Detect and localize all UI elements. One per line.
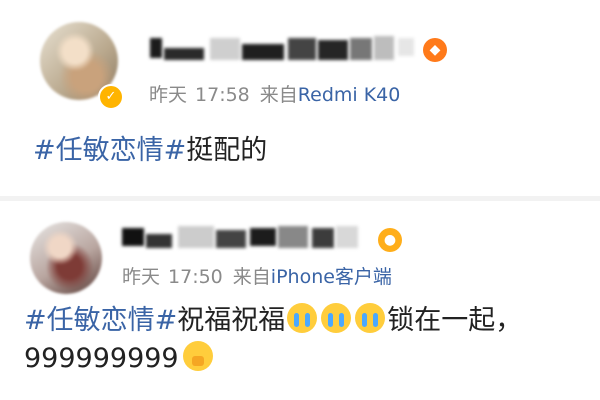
crying-face-icon bbox=[287, 303, 318, 333]
hashtag-link[interactable]: #任敏恋情# bbox=[33, 135, 186, 166]
user-avatar[interactable] bbox=[30, 222, 102, 294]
post-text: 祝福祝福 bbox=[177, 305, 286, 336]
source-device[interactable]: iPhone客户端 bbox=[271, 266, 392, 288]
post-card: ● 昨天 17:50 来自iPhone客户端 #任敏恋情#祝福祝福 锁在一起， 999… bbox=[0, 200, 600, 400]
shush-face-icon bbox=[182, 341, 213, 371]
post-text-line2: 999999999 bbox=[24, 343, 179, 374]
verified-badge-icon: ✓ bbox=[98, 84, 124, 110]
post-text: 挺配的 bbox=[186, 135, 268, 166]
post-text-continued: 锁在一起， bbox=[387, 305, 523, 336]
username-redacted[interactable] bbox=[150, 36, 420, 62]
fox-badge-icon: ◆ bbox=[423, 38, 447, 62]
fish-badge-icon: ● bbox=[378, 228, 402, 252]
post-time: 17:50 bbox=[168, 266, 223, 288]
post-time: 17:58 bbox=[195, 84, 250, 106]
username-redacted[interactable] bbox=[122, 224, 372, 250]
post-meta: 昨天 17:58 来自Redmi K40 bbox=[149, 80, 400, 107]
time-label: 昨天 bbox=[122, 266, 161, 288]
hashtag-link[interactable]: #任敏恋情# bbox=[24, 305, 177, 336]
source-device[interactable]: Redmi K40 bbox=[298, 84, 401, 106]
crying-face-icon bbox=[355, 303, 386, 333]
crying-face-icon bbox=[321, 303, 352, 333]
post-meta: 昨天 17:50 来自iPhone客户端 bbox=[122, 262, 392, 289]
source-prefix: 来自 bbox=[259, 84, 298, 106]
post-content: #任敏恋情#祝福祝福 锁在一起， 999999999 bbox=[24, 302, 522, 378]
source-prefix: 来自 bbox=[232, 266, 271, 288]
post-text-line2-wrap: 999999999 bbox=[24, 340, 522, 378]
post-content: #任敏恋情#挺配的 bbox=[33, 132, 267, 170]
post-card: ✓ ◆ 昨天 17:58 来自Redmi K40 #任敏恋情#挺配的 bbox=[0, 0, 600, 200]
time-label: 昨天 bbox=[149, 84, 188, 106]
